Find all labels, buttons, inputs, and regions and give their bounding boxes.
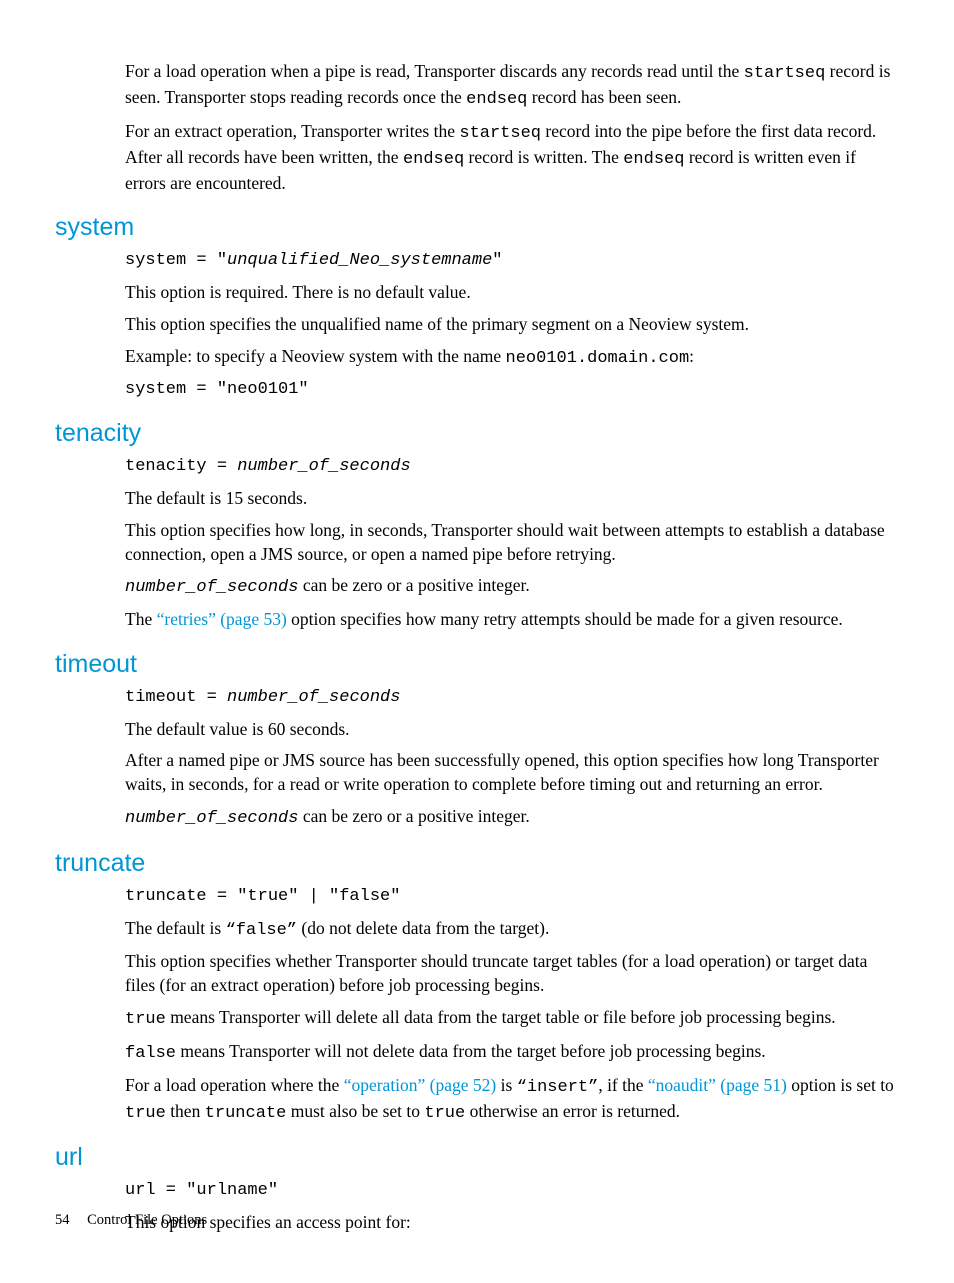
syntax-var: number_of_seconds — [237, 457, 410, 476]
timeout-p2: After a named pipe or JMS source has bee… — [125, 749, 899, 796]
truncate-p3: true means Transporter will delete all d… — [125, 1006, 899, 1032]
code-endseq: endseq — [623, 150, 684, 169]
code-truncate: truncate — [205, 1104, 287, 1123]
heading-url: url — [55, 1143, 899, 1172]
text: system = " — [125, 251, 227, 270]
tenacity-p2: This option specifies how long, in secon… — [125, 519, 899, 566]
url-block: url = "urlname" This option specifies an… — [125, 1180, 899, 1235]
text: is — [496, 1075, 516, 1095]
truncate-p1: The default is “false” (do not delete da… — [125, 917, 899, 943]
system-block: system = "unqualified_Neo_systemname" Th… — [125, 250, 899, 401]
link-noaudit[interactable]: “noaudit” (page 51) — [648, 1075, 787, 1095]
tenacity-block: tenacity = number_of_seconds The default… — [125, 456, 899, 631]
text: For a load operation where the — [125, 1075, 344, 1095]
timeout-syntax: timeout = number_of_seconds — [125, 687, 899, 710]
code-false: “false” — [226, 921, 297, 940]
code-true: true — [125, 1104, 166, 1123]
tenacity-syntax: tenacity = number_of_seconds — [125, 456, 899, 479]
text: otherwise an error is returned. — [465, 1101, 680, 1121]
truncate-p4: false means Transporter will not delete … — [125, 1040, 899, 1066]
code-var: number_of_seconds — [125, 809, 298, 828]
code-startseq: startseq — [744, 64, 826, 83]
text: , if the — [598, 1075, 648, 1095]
text: option is set to — [787, 1075, 894, 1095]
text: : — [689, 346, 694, 366]
intro-block: For a load operation when a pipe is read… — [125, 60, 899, 195]
footer-title: Control File Options — [87, 1212, 207, 1228]
tenacity-p1: The default is 15 seconds. — [125, 487, 899, 511]
truncate-syntax: truncate = "true" | "false" — [125, 886, 899, 909]
link-operation[interactable]: “operation” (page 52) — [344, 1075, 497, 1095]
heading-system: system — [55, 213, 899, 242]
text: then — [166, 1101, 205, 1121]
text: must also be set to — [286, 1101, 424, 1121]
page-number: 54 — [55, 1212, 70, 1228]
heading-tenacity: tenacity — [55, 419, 899, 448]
intro-p2: For an extract operation, Transporter wr… — [125, 120, 899, 196]
code-true: true — [125, 1010, 166, 1029]
text: For a load operation when a pipe is read… — [125, 61, 744, 81]
code-startseq: startseq — [459, 124, 541, 143]
truncate-p2: This option specifies whether Transporte… — [125, 950, 899, 997]
heading-truncate: truncate — [55, 849, 899, 878]
text: means Transporter will delete all data f… — [166, 1007, 836, 1027]
timeout-p3: number_of_seconds can be zero or a posit… — [125, 805, 899, 831]
syntax-var: unqualified_Neo_systemname — [227, 251, 492, 270]
system-p2: This option specifies the unqualified na… — [125, 313, 899, 337]
text: " — [492, 251, 502, 270]
tenacity-p4: The “retries” (page 53) option specifies… — [125, 608, 899, 632]
text: (do not delete data from the target). — [297, 918, 549, 938]
code-true: true — [424, 1104, 465, 1123]
timeout-p1: The default value is 60 seconds. — [125, 718, 899, 742]
text: The default is — [125, 918, 226, 938]
code-endseq: endseq — [466, 90, 527, 109]
system-p3: Example: to specify a Neoview system wit… — [125, 345, 899, 371]
text: record is written. The — [464, 147, 623, 167]
text: The — [125, 609, 157, 629]
text: can be zero or a positive integer. — [298, 806, 529, 826]
text: tenacity = — [125, 457, 237, 476]
intro-p1: For a load operation when a pipe is read… — [125, 60, 899, 112]
code-var: number_of_seconds — [125, 578, 298, 597]
text: record has been seen. — [527, 87, 681, 107]
url-p1: This option specifies an access point fo… — [125, 1211, 899, 1235]
code-hostname: neo0101.domain.com — [506, 349, 690, 368]
system-syntax: system = "unqualified_Neo_systemname" — [125, 250, 899, 273]
system-p1: This option is required. There is no def… — [125, 281, 899, 305]
truncate-block: truncate = "true" | "false" The default … — [125, 886, 899, 1126]
timeout-block: timeout = number_of_seconds The default … — [125, 687, 899, 831]
code-endseq: endseq — [403, 150, 464, 169]
heading-timeout: timeout — [55, 650, 899, 679]
syntax-var: number_of_seconds — [227, 688, 400, 707]
text: means Transporter will not delete data f… — [176, 1041, 766, 1061]
page-footer: 54 Control File Options — [55, 1212, 207, 1229]
text: Example: to specify a Neoview system wit… — [125, 346, 506, 366]
truncate-p5: For a load operation where the “operatio… — [125, 1074, 899, 1126]
text: option specifies how many retry attempts… — [287, 609, 843, 629]
url-syntax: url = "urlname" — [125, 1180, 899, 1203]
tenacity-p3: number_of_seconds can be zero or a posit… — [125, 574, 899, 600]
code-false: false — [125, 1044, 176, 1063]
link-retries[interactable]: “retries” (page 53) — [157, 609, 287, 629]
text: For an extract operation, Transporter wr… — [125, 121, 459, 141]
text: can be zero or a positive integer. — [298, 575, 529, 595]
code-insert: “insert” — [517, 1078, 599, 1097]
text: timeout = — [125, 688, 227, 707]
system-example: system = "neo0101" — [125, 379, 899, 402]
